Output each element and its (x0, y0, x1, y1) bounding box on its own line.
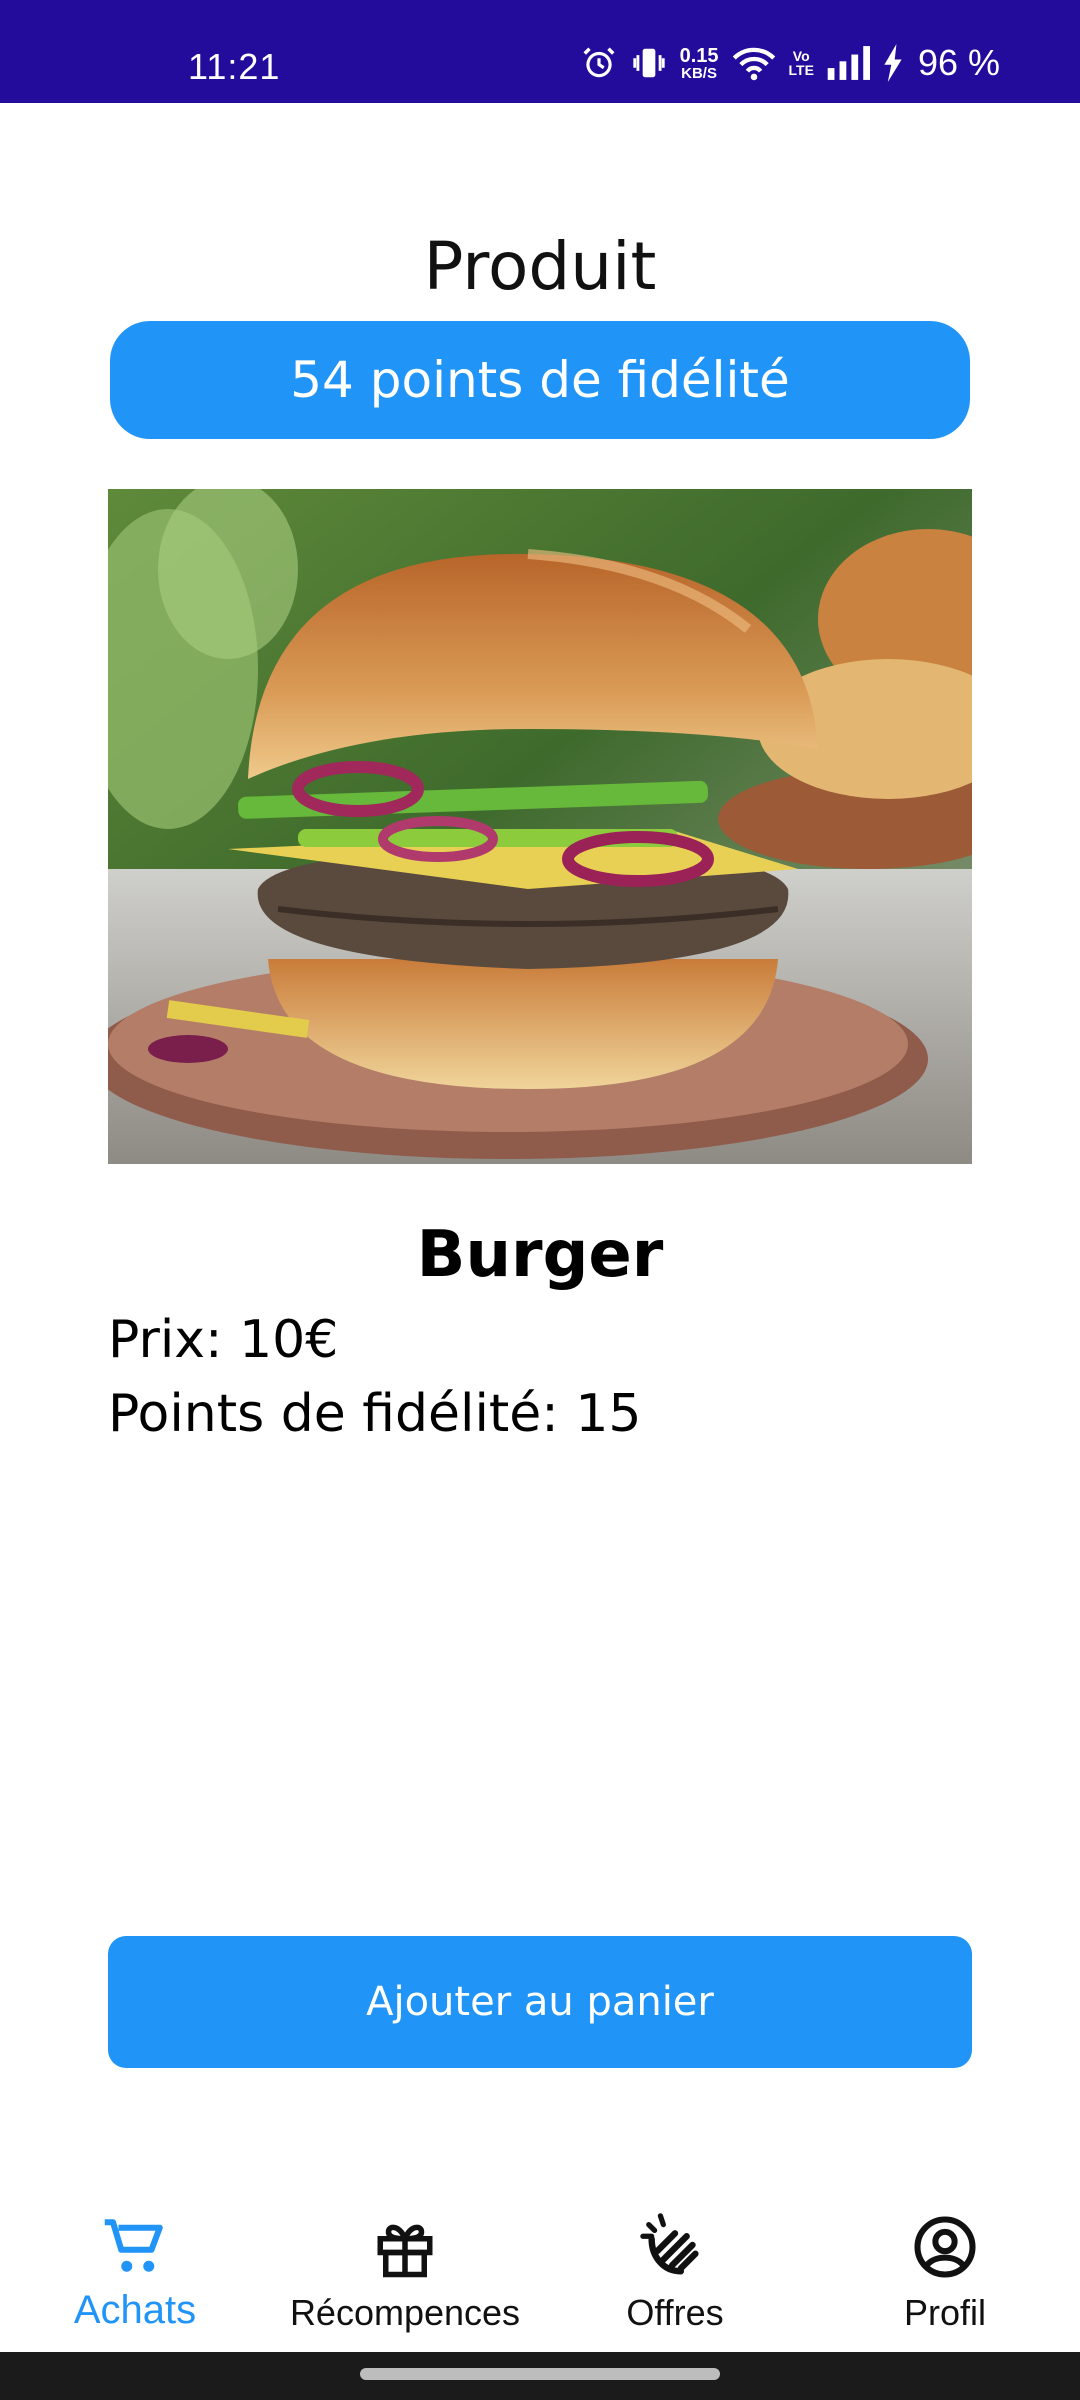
nav-item-achats[interactable]: Achats (0, 2180, 270, 2352)
network-speed: 0.15 KB/S (680, 46, 719, 81)
volte-top: Vo (792, 48, 810, 64)
vibrate-icon (630, 44, 668, 82)
status-time: 11:21 (188, 46, 281, 87)
alarm-icon (580, 44, 618, 82)
home-gesture-handle[interactable] (360, 2368, 720, 2380)
volte-indicator: Vo LTE (789, 49, 814, 77)
gift-icon (372, 2190, 438, 2280)
product-image (108, 489, 972, 1164)
product-loyalty-points: Points de fidélité: 15 (108, 1384, 642, 1444)
product-name: Burger (416, 1218, 664, 1292)
nav-item-offres[interactable]: Offres (540, 2180, 810, 2352)
profile-icon (912, 2190, 978, 2280)
page-title: Produit (423, 228, 657, 305)
status-bar: 11:21 0.15 KB/S Vo LTE 96 % (0, 0, 1080, 103)
signal-icon (826, 46, 870, 80)
nav-label-offres: Offres (626, 2292, 724, 2333)
volte-bottom: LTE (788, 62, 814, 78)
offers-hand-icon (640, 2190, 710, 2280)
nav-item-profil[interactable]: Profil (810, 2180, 1080, 2352)
nav-label-achats: Achats (73, 2288, 197, 2332)
network-speed-unit: KB/S (681, 64, 717, 82)
nav-item-recompences[interactable]: Récompences (270, 2180, 540, 2352)
charging-icon (882, 44, 904, 82)
battery-percent: 96 % (917, 42, 1000, 83)
nav-label-recompences: Récompences (289, 2292, 521, 2333)
loyalty-points-badge: 54 points de fidélité (110, 321, 970, 439)
system-gesture-bar (0, 2352, 1080, 2400)
cart-icon (102, 2190, 168, 2280)
product-price: Prix: 10€ (108, 1310, 339, 1370)
nav-label-profil: Profil (903, 2292, 987, 2333)
add-to-cart-button[interactable]: Ajouter au panier (108, 1936, 972, 2068)
network-speed-value: 0.15 (679, 44, 719, 67)
wifi-icon (731, 44, 777, 82)
bottom-navigation: Achats Récompences Offres Profil (0, 2180, 1080, 2352)
status-icons: 0.15 KB/S Vo LTE 96 % (580, 40, 1000, 86)
